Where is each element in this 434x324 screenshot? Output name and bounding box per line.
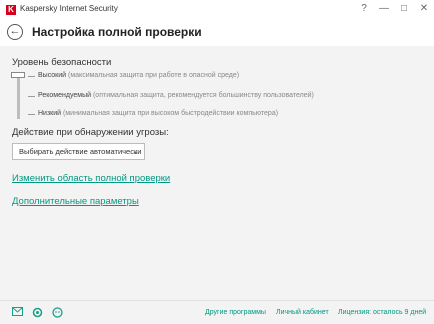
support-icon[interactable] — [52, 307, 63, 318]
advanced-settings-link[interactable]: Дополнительные параметры — [12, 196, 139, 207]
footer: Другие программы Личный кабинет Лицензия… — [0, 300, 434, 324]
license-link[interactable]: Лицензия: осталось 9 дней — [338, 309, 426, 316]
level-description: (минимальная защита при высоком быстроде… — [63, 110, 279, 117]
help-icon[interactable]: ? — [356, 2, 372, 16]
mail-icon[interactable] — [12, 307, 23, 318]
slider-tick — [28, 96, 35, 97]
level-name: Высокий — [38, 72, 67, 79]
page-title: Настройка полной проверки — [32, 25, 202, 39]
security-level-slider-track[interactable] — [17, 75, 20, 119]
security-level-label: Уровень безопасности — [12, 57, 112, 68]
level-description: (оптимальная защита, рекомендуется больш… — [92, 92, 314, 99]
level-recommended[interactable]: Рекомендуемый (оптимальная защита, реком… — [38, 92, 314, 99]
settings-icon[interactable] — [32, 307, 43, 318]
threat-action-dropdown[interactable]: Выбирать действие автоматически ⌄ — [12, 143, 145, 160]
level-low[interactable]: Низкий (минимальная защита при высоком б… — [38, 110, 278, 117]
my-account-link[interactable]: Личный кабинет — [276, 309, 329, 316]
window-title: Kaspersky Internet Security — [20, 4, 118, 13]
maximize-button[interactable]: □ — [396, 2, 412, 16]
threat-action-label: Действие при обнаружении угрозы: — [12, 127, 169, 138]
minimize-button[interactable]: — — [376, 2, 392, 16]
security-level-slider-thumb[interactable] — [11, 72, 25, 78]
chevron-down-icon: ⌄ — [132, 147, 139, 156]
back-button[interactable]: ← — [7, 24, 23, 40]
change-scan-area-link[interactable]: Изменить область полной проверки — [12, 173, 170, 184]
threat-action-value: Выбирать действие автоматически — [19, 147, 142, 156]
level-high[interactable]: Высокий (максимальная защита при работе … — [38, 72, 239, 79]
level-name: Низкий — [38, 110, 62, 117]
title-bar: K Kaspersky Internet Security ? — □ ✕ — [0, 0, 434, 21]
level-description: (максимальная защита при работе в опасно… — [68, 72, 240, 79]
slider-tick — [28, 76, 35, 77]
other-programs-link[interactable]: Другие программы — [205, 309, 266, 316]
kaspersky-logo-icon: K — [6, 5, 16, 15]
page-header: ← Настройка полной проверки — [0, 20, 434, 46]
slider-tick — [28, 114, 35, 115]
close-button[interactable]: ✕ — [416, 2, 432, 16]
back-arrow-icon: ← — [9, 25, 21, 37]
level-name: Рекомендуемый — [38, 92, 92, 99]
